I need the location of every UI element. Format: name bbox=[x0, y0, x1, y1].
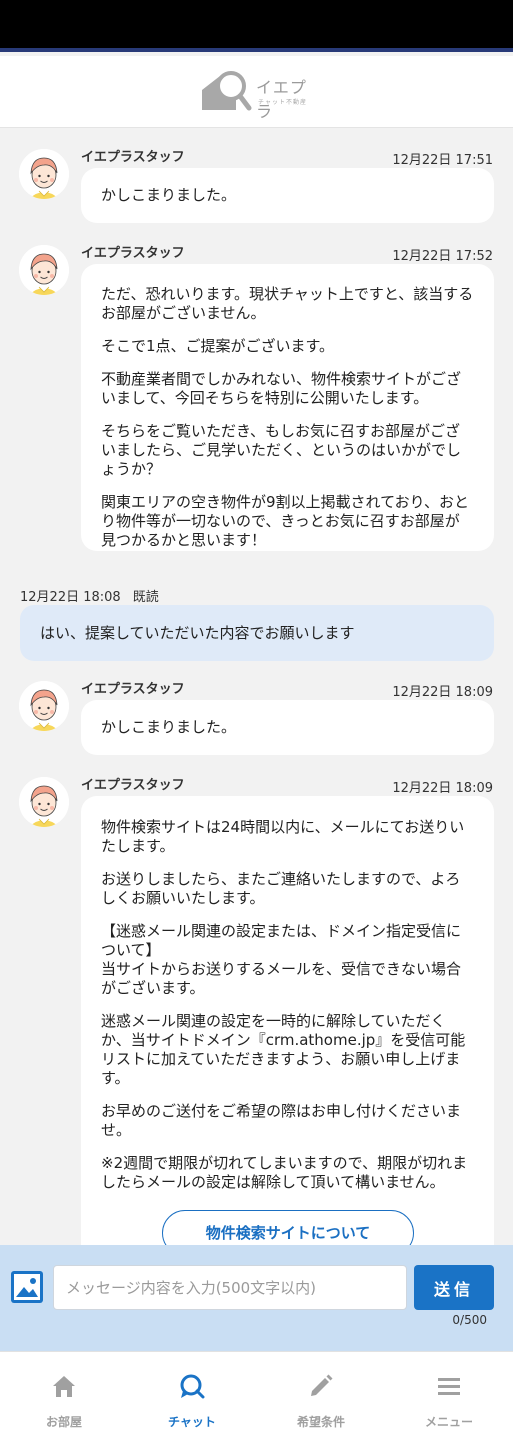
nav-tab-menu[interactable]: メニュー bbox=[385, 1352, 513, 1441]
logo-search-icon bbox=[202, 71, 252, 111]
message-time: 12月22日 18:09 bbox=[392, 781, 493, 796]
message-time: 12月22日 18:09 bbox=[392, 685, 493, 700]
message-time: 12月22日 17:52 bbox=[392, 249, 493, 264]
nav-label: チャット bbox=[168, 1415, 216, 1429]
nav-tab-chat[interactable]: チャット bbox=[128, 1352, 256, 1441]
message-text: 不動産業者間でしかみれない、物件検索サイトがございまして、今回そちらを特別に公開… bbox=[101, 370, 462, 407]
message-text: かしこまりました。 bbox=[101, 718, 237, 736]
home-icon bbox=[53, 1376, 75, 1397]
message-composer: 送信 0/500 bbox=[0, 1245, 513, 1351]
message-bubble: かしこまりました。 bbox=[81, 700, 494, 755]
nav-label: 希望条件 bbox=[296, 1415, 345, 1429]
staff-avatar bbox=[19, 245, 69, 295]
pencil-icon bbox=[311, 1374, 333, 1396]
nav-label: お部屋 bbox=[45, 1415, 82, 1429]
message-text: ※2週間で期限が切れてしまいますので、期限が切れましたらメールの設定は解除して頂… bbox=[101, 1154, 468, 1191]
user-message-meta: 12月22日 18:08 既読 bbox=[20, 586, 159, 605]
sender-name: イエプラスタッフ bbox=[81, 246, 185, 261]
nav-label: メニュー bbox=[424, 1415, 473, 1429]
message-text: 物件検索サイトは24時間以内に、メールにてお送りいたします。 bbox=[101, 818, 465, 855]
chat-icon bbox=[180, 1374, 205, 1399]
nav-tab-rooms[interactable]: お部屋 bbox=[0, 1352, 128, 1441]
image-attach-icon[interactable] bbox=[10, 1270, 44, 1304]
sender-name: イエプラスタッフ bbox=[81, 778, 185, 793]
staff-avatar bbox=[19, 149, 69, 199]
logo-tagline: チャット不動産 bbox=[258, 99, 307, 106]
message-bubble: ただ、恐れいります。現状チャット上ですと、該当するお部屋がございません。 そこで… bbox=[81, 264, 494, 551]
property-site-info-button[interactable]: 物件検索サイトについて bbox=[162, 1210, 414, 1245]
status-bar bbox=[0, 0, 513, 52]
message-text: お早めのご送付をご希望の際はお申し付けくださいませ。 bbox=[101, 1102, 462, 1139]
menu-icon bbox=[438, 1378, 460, 1395]
message-text: かしこまりました。 bbox=[101, 186, 237, 204]
character-counter: 0/500 bbox=[452, 1313, 487, 1327]
read-status: 既読 bbox=[132, 590, 159, 605]
nav-tab-preferences[interactable]: 希望条件 bbox=[257, 1352, 385, 1441]
sender-name: イエプラスタッフ bbox=[81, 150, 185, 165]
message-text: お送りしましたら、またご連絡いたしますので、よろしくお願いいたします。 bbox=[101, 870, 461, 907]
message-text: ただ、恐れいります。現状チャット上ですと、該当するお部屋がございません。 bbox=[101, 285, 474, 322]
send-button[interactable]: 送信 bbox=[414, 1265, 494, 1310]
message-time: 12月22日 17:51 bbox=[392, 153, 493, 168]
message-text: 関東エリアの空き物件が9割以上掲載されており、おとり物件等が一切ないので、きっと… bbox=[101, 493, 470, 549]
app-header: イエプラ チャット不動産 bbox=[0, 56, 513, 128]
status-bar-accent bbox=[0, 48, 513, 52]
app-logo[interactable]: イエプラ チャット不動産 bbox=[200, 66, 320, 121]
staff-avatar bbox=[19, 681, 69, 731]
message-text: 迷惑メール関連の設定を一時的に解除していただくか、当サイトドメイン『crm.at… bbox=[101, 1012, 466, 1087]
message-text: そこで1点、ご提案がございます。 bbox=[101, 337, 335, 355]
user-message-bubble: はい、提案していただいた内容でお願いします bbox=[20, 605, 494, 661]
message-time: 12月22日 18:08 bbox=[20, 590, 121, 605]
message-bubble: 物件検索サイトは24時間以内に、メールにてお送りいたします。 お送りしましたら、… bbox=[81, 796, 494, 1245]
sender-name: イエプラスタッフ bbox=[81, 682, 185, 697]
message-text: 【迷惑メール関連の設定または、ドメイン指定受信について】 当サイトからお送りする… bbox=[101, 922, 462, 997]
message-input[interactable] bbox=[53, 1265, 407, 1310]
message-bubble: かしこまりました。 bbox=[81, 168, 494, 223]
staff-avatar bbox=[19, 777, 69, 827]
bottom-navigation: お部屋 チャット 希望条件 メニュー bbox=[0, 1351, 513, 1441]
message-text: そちらをご覧いただき、もしお気に召すお部屋がございましたら、ご見学いただく、とい… bbox=[101, 422, 462, 478]
chat-thread[interactable]: イエプラスタッフ 12月22日 17:51 かしこまりました。 イエプラスタッフ… bbox=[0, 128, 513, 1245]
